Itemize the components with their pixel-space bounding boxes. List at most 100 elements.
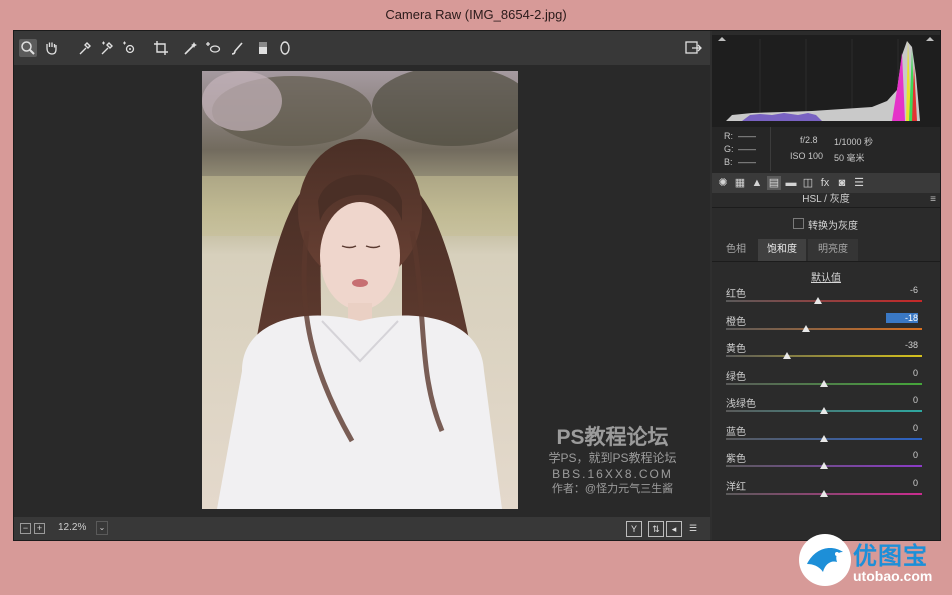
slider-thumb[interactable]	[820, 379, 828, 387]
lens-corrections-icon[interactable]: ◫	[801, 176, 815, 190]
zoom-level: 12.2%	[58, 522, 87, 533]
slider-value-input[interactable]: -6	[886, 285, 918, 295]
white-balance-tool-icon[interactable]	[76, 39, 94, 57]
before-after-toggle-icon[interactable]: Y	[626, 521, 642, 537]
slider-thumb[interactable]	[820, 434, 828, 442]
status-bar: − + 12.2% ⌄ Y ⇅ ◂ ☰	[14, 517, 710, 540]
window-title: Camera Raw (IMG_8654-2.jpg)	[385, 7, 567, 22]
window-title-bar: Camera Raw (IMG_8654-2.jpg)	[0, 0, 952, 30]
slider-row: 红色 -6	[726, 285, 926, 311]
tab-saturation[interactable]: 饱和度	[758, 239, 806, 261]
zoom-in-button[interactable]: +	[34, 523, 45, 534]
convert-grayscale-label: 转换为灰度	[808, 221, 858, 232]
slider-label: 浅绿色	[726, 399, 756, 410]
slider-thumb[interactable]	[802, 324, 811, 332]
tone-curve-icon[interactable]: ▦	[733, 176, 747, 190]
b-label: B:	[724, 157, 733, 167]
camera-calibration-icon[interactable]: ◙	[835, 176, 849, 190]
tool-bar	[14, 31, 710, 65]
bird-logo-icon	[799, 534, 851, 586]
slider-value-input[interactable]: 0	[886, 478, 918, 488]
presets-icon[interactable]: ☰	[852, 176, 866, 190]
slider-row: 绿色 0	[726, 368, 926, 394]
slider-label: 洋红	[726, 481, 746, 493]
panel-title: HSL / 灰度 ≡	[712, 193, 940, 208]
tab-hue[interactable]: 色相	[716, 239, 756, 261]
aperture: f/2.8	[800, 135, 818, 145]
slider-value-input[interactable]: 0	[886, 423, 918, 433]
slider-row: 蓝色 0	[726, 423, 926, 449]
b-value: ——	[738, 157, 756, 167]
spot-removal-tool-icon[interactable]	[204, 39, 222, 57]
slider-thumb[interactable]	[814, 297, 823, 304]
zoom-dropdown-icon[interactable]: ⌄	[96, 521, 108, 535]
photo-preview[interactable]	[202, 71, 518, 509]
copy-settings-icon[interactable]: ◂	[666, 521, 682, 537]
split-toning-icon[interactable]: ▬	[784, 176, 798, 190]
hand-tool-icon[interactable]	[42, 39, 60, 57]
slider-thumb[interactable]	[820, 489, 828, 497]
camera-raw-window: − + 12.2% ⌄ Y ⇅ ◂ ☰ R: —— G: —— B: —— f/…	[13, 30, 941, 541]
slider-label: 蓝色	[726, 426, 746, 438]
crop-tool-icon[interactable]	[152, 39, 170, 57]
convert-grayscale-checkbox[interactable]	[793, 218, 804, 229]
slider-label: 紫色	[726, 454, 746, 465]
watermark-slogan: 学PS，就到PS教程论坛	[548, 451, 677, 465]
watermark-author: 作者：@怪力元气三生酱	[551, 483, 674, 495]
slider-value-input[interactable]: 0	[886, 450, 918, 460]
right-panel: R: —— G: —— B: —— f/2.8 1/1000 秒 ISO 100…	[712, 31, 940, 540]
slider-row: 洋红 0	[726, 478, 926, 504]
slider-thumb[interactable]	[820, 462, 828, 469]
open-preferences-icon[interactable]	[684, 39, 702, 57]
panel-tabs: ✺ ▦ ▲ ▤ ▬ ◫ fx ◙ ☰	[712, 173, 940, 193]
adjustment-brush-tool-icon[interactable]	[228, 39, 246, 57]
straighten-tool-icon[interactable]	[182, 39, 200, 57]
hsl-tabs: 色相 饱和度 明亮度	[712, 239, 940, 262]
preview-preferences-icon[interactable]: ☰	[686, 521, 700, 535]
slider-label: 黄色	[726, 344, 746, 355]
brand-name: 优图宝	[853, 543, 928, 570]
fx-icon[interactable]: fx	[818, 176, 832, 190]
g-value: ——	[738, 144, 756, 154]
default-link[interactable]: 默认值	[712, 269, 940, 284]
detail-icon[interactable]: ▲	[750, 176, 764, 190]
radial-filter-tool-icon[interactable]	[276, 39, 294, 57]
watermark: PS教程论坛 学PS，就到PS教程论坛 BBS.16XX8.COM 作者：@怪力…	[520, 426, 705, 497]
hsl-panel-icon[interactable]: ▤	[767, 176, 781, 190]
graduated-filter-tool-icon[interactable]	[254, 39, 272, 57]
slider-value-input[interactable]: -18	[886, 312, 918, 323]
slider-row: 浅绿色 0	[726, 395, 926, 421]
slider-row: 紫色 0	[726, 450, 926, 476]
targeted-adjustment-tool-icon[interactable]	[120, 39, 138, 57]
image-info: R: —— G: —— B: —— f/2.8 1/1000 秒 ISO 100…	[712, 127, 940, 173]
slider-value-input[interactable]: 0	[886, 368, 918, 378]
zoom-tool-icon[interactable]	[19, 39, 37, 57]
basic-panel-icon[interactable]: ✺	[716, 176, 730, 190]
slider-track[interactable]	[726, 300, 922, 302]
slider-thumb[interactable]	[820, 407, 828, 414]
tab-luminance[interactable]: 明亮度	[808, 239, 858, 261]
histogram	[712, 35, 940, 127]
slider-row: 黄色 -38	[726, 340, 926, 366]
convert-grayscale-row[interactable]: 转换为灰度	[712, 215, 940, 232]
slider-track[interactable]	[726, 327, 922, 330]
slider-value-input[interactable]: -38	[886, 340, 918, 350]
slider-label: 橙色	[726, 316, 746, 328]
panel-title-text: HSL / 灰度	[802, 194, 850, 205]
slider-value-input[interactable]: 0	[886, 395, 918, 405]
swap-settings-icon[interactable]: ⇅	[648, 521, 664, 537]
slider-row: 橙色 -18	[726, 312, 926, 339]
iso: ISO 100	[790, 151, 824, 161]
brand-domain: utobao.com	[853, 568, 933, 584]
slider-label: 红色	[726, 289, 746, 300]
color-sampler-tool-icon[interactable]	[98, 39, 116, 57]
slider-track[interactable]	[726, 355, 922, 357]
zoom-out-button[interactable]: −	[20, 523, 31, 534]
slider-thumb[interactable]	[782, 352, 791, 359]
r-label: R:	[724, 131, 733, 141]
g-label: G:	[724, 144, 734, 154]
brand-logo: 优图宝 utobao.com	[797, 530, 952, 591]
watermark-title: PS教程论坛	[556, 426, 669, 449]
shutter-speed: 1/1000 秒	[834, 137, 874, 147]
panel-menu-icon[interactable]: ≡	[930, 193, 936, 207]
